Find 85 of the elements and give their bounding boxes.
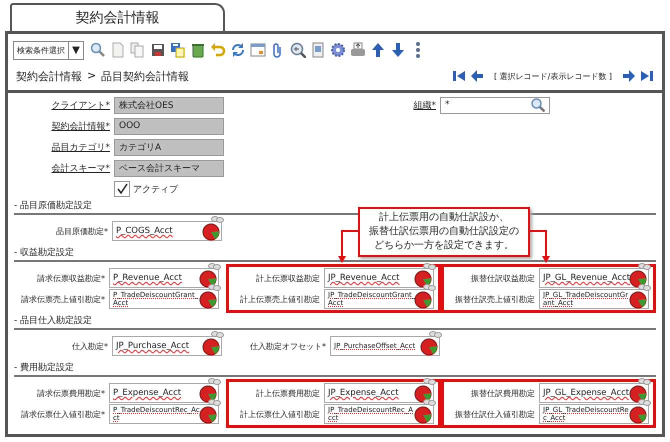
field-label: 仕入勘定*: [71, 340, 109, 352]
link-icon[interactable]: [429, 330, 442, 338]
record-count-label: [ 選択レコード/表示レコード数 ]: [494, 70, 612, 82]
next-record-icon[interactable]: [622, 69, 636, 83]
field-label-link[interactable]: 品目カテゴリ*: [8, 140, 114, 154]
account-field[interactable]: P_Revenue_Acct: [109, 268, 220, 288]
field-label: 振替仕訳収益勘定: [470, 272, 536, 284]
checkbox-label: アクティブ: [133, 184, 178, 196]
field-label: 請求伝票仕入値引勘定*: [20, 408, 106, 420]
save-copy-icon[interactable]: [170, 42, 186, 58]
link-icon[interactable]: [423, 283, 436, 291]
account-field[interactable]: JP_GL_Expense_Acct: [539, 383, 649, 403]
account-field[interactable]: JP_Purchase_Acct: [112, 336, 222, 356]
refresh-icon[interactable]: [230, 42, 246, 58]
field-label: 品目原価勘定*: [55, 226, 109, 236]
field-label-link[interactable]: 契約会計情報*: [8, 120, 114, 132]
zoom-icon[interactable]: [290, 42, 306, 58]
pie-chart-icon[interactable]: [202, 338, 220, 356]
link-icon[interactable]: [423, 377, 436, 385]
pie-chart-icon[interactable]: [629, 406, 647, 424]
field-label-link[interactable]: 組織*: [224, 98, 440, 112]
previous-record-icon[interactable]: [470, 69, 484, 83]
field-label: 振替仕訳売上値引勘定: [454, 294, 536, 304]
report-icon[interactable]: [310, 42, 326, 58]
readonly-field[interactable]: 株式会社OES: [114, 96, 224, 114]
calendar-icon[interactable]: [250, 42, 266, 58]
field-label-link[interactable]: 会計スキーマ*: [8, 162, 114, 174]
field-label: 請求伝票売上値引勘定*: [20, 294, 106, 304]
search-condition-dropdown[interactable]: 検索条件選択 ▼: [13, 40, 84, 60]
link-icon[interactable]: [423, 262, 436, 270]
pie-chart-icon[interactable]: [420, 338, 438, 356]
printer-icon[interactable]: [350, 42, 366, 58]
link-icon[interactable]: [638, 283, 651, 291]
breadcrumb-separator: >: [87, 68, 96, 84]
account-field[interactable]: P_COGS_Acct: [112, 221, 222, 241]
link-icon[interactable]: [423, 398, 436, 406]
readonly-field[interactable]: カテゴリA: [114, 138, 224, 156]
field-label-link[interactable]: クライアント*: [8, 98, 114, 112]
field-label: 計上伝票売上値引勘定: [239, 294, 322, 304]
page-tab[interactable]: 契約会計情報: [10, 3, 225, 31]
link-icon[interactable]: [638, 398, 651, 406]
breadcrumb-link[interactable]: 品目契約会計情報: [101, 68, 190, 84]
first-record-icon[interactable]: [452, 69, 466, 83]
save-icon[interactable]: [150, 42, 166, 58]
field-label: 振替仕訳費用勘定: [470, 388, 536, 398]
field-label: 請求伝票費用勘定*: [36, 388, 106, 398]
account-field[interactable]: JP_Revenue_Acct: [324, 268, 434, 288]
search-input-field[interactable]: *: [440, 96, 550, 114]
gear-icon[interactable]: [330, 42, 346, 58]
link-icon[interactable]: [638, 262, 651, 270]
account-field[interactable]: P_Expense_Acct: [109, 383, 220, 403]
arrow-down-icon[interactable]: [390, 42, 406, 58]
account-field[interactable]: JP_Expense_Acct: [324, 383, 434, 403]
link-icon[interactable]: [208, 398, 222, 406]
pie-chart-icon[interactable]: [414, 291, 432, 309]
pie-chart-icon[interactable]: [199, 291, 218, 309]
search-icon[interactable]: [90, 42, 106, 58]
field-label: 請求伝票収益勘定*: [36, 272, 106, 284]
breadcrumb-link[interactable]: 契約会計情報: [16, 68, 82, 84]
link-icon[interactable]: [208, 377, 222, 385]
field-label: 計上伝票収益勘定: [255, 272, 322, 284]
section-title: - 費用勘定設定: [14, 360, 656, 377]
readonly-field[interactable]: ベース会計スキーマ: [114, 160, 224, 176]
pie-chart-icon[interactable]: [414, 406, 432, 424]
section-title: - 品目仕入勘定設定: [14, 313, 656, 330]
link-icon[interactable]: [211, 215, 224, 223]
account-field[interactable]: JP_GL_Revenue_Acct: [539, 268, 649, 288]
readonly-field[interactable]: OOO: [114, 118, 224, 134]
search-icon[interactable]: [531, 98, 545, 112]
link-icon[interactable]: [211, 330, 224, 338]
pie-chart-icon[interactable]: [629, 291, 647, 309]
link-icon[interactable]: [208, 283, 222, 291]
pie-chart-icon[interactable]: [202, 223, 220, 241]
last-record-icon[interactable]: [640, 69, 654, 83]
link-icon[interactable]: [208, 262, 222, 270]
link-icon[interactable]: [638, 377, 651, 385]
field-label: 計上伝票費用勘定: [255, 388, 322, 398]
checkmark-icon: [116, 183, 128, 195]
trash-icon[interactable]: [190, 42, 206, 58]
field-label: 振替仕訳仕入値引勘定: [454, 408, 536, 420]
field-label: 仕入勘定オフセット*: [249, 340, 327, 352]
field-label: 計上伝票仕入値引勘定: [239, 408, 322, 420]
pie-chart-icon[interactable]: [199, 406, 218, 424]
checkbox[interactable]: [114, 181, 130, 197]
arrow-up-icon[interactable]: [370, 42, 386, 58]
